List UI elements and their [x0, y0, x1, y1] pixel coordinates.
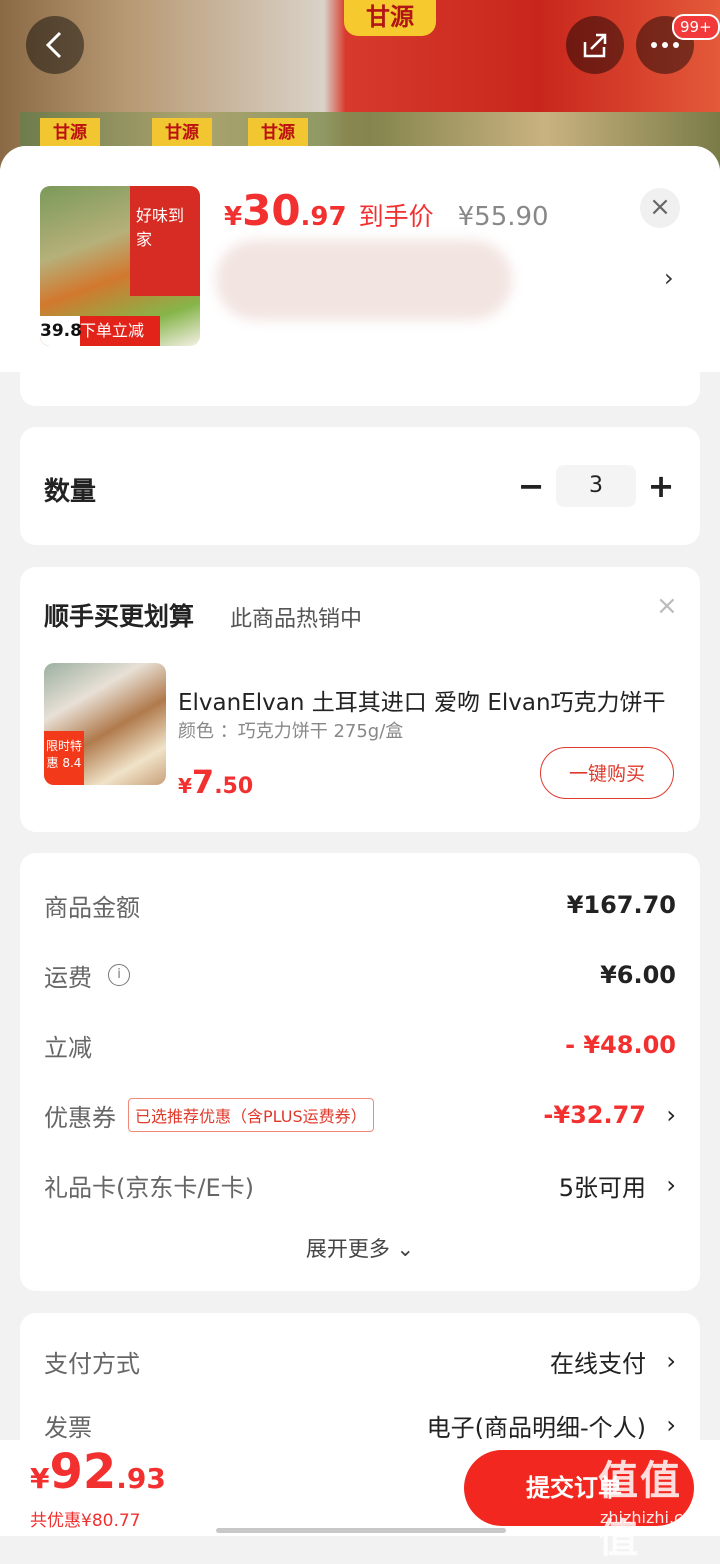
hero-brand-tile: 甘源	[248, 118, 308, 148]
share-button[interactable]	[566, 16, 624, 74]
product-thumbnail: 好味到家 39.8 下单立减16	[40, 186, 200, 346]
notification-badge: 99+	[672, 14, 720, 40]
quantity-decrease-button[interactable]: −	[516, 467, 546, 505]
close-icon: ×	[649, 192, 671, 222]
coupon-value: -¥32.77	[543, 1101, 646, 1129]
payment-method-label: 支付方式	[44, 1349, 140, 1378]
coupon-label: 优惠券	[44, 1103, 116, 1132]
thumb-promo-number: 39.8	[40, 316, 82, 346]
info-icon[interactable]: i	[108, 964, 130, 986]
expand-more-label: 展开更多	[305, 1237, 390, 1261]
chevron-right-icon: ›	[666, 1347, 676, 1375]
recommendation-close-icon[interactable]: ×	[656, 591, 678, 621]
back-button[interactable]	[26, 16, 84, 74]
hero-brand-tile: 甘源	[40, 118, 100, 148]
close-sheet-button[interactable]: ×	[640, 188, 680, 228]
thumb-promo-tag: 39.8 下单立减16	[40, 316, 160, 346]
instant-discount-value: - ¥48.00	[565, 1031, 676, 1059]
gift-card-row[interactable]: 礼品卡(京东卡/E卡) 5张可用 ›	[44, 1165, 676, 1205]
chevron-left-icon	[45, 31, 62, 59]
gift-card-value: 5张可用	[558, 1173, 646, 1202]
chevron-right-icon: ›	[666, 1411, 676, 1439]
quantity-input[interactable]: 3	[556, 465, 636, 507]
total-integer: 92	[49, 1444, 117, 1500]
expand-more-button[interactable]: 展开更多 ⌄	[20, 1233, 700, 1263]
selected-product-card: 好味到家 39.8 下单立减16 ¥ 30 .97 到手价 ¥55.90 × ›	[0, 146, 720, 372]
price-currency: ¥	[224, 202, 243, 232]
one-click-buy-button[interactable]: 一键购买	[540, 747, 674, 799]
instant-discount-row: 立减 - ¥48.00	[44, 1025, 676, 1065]
chevron-right-icon: ›	[666, 1101, 676, 1129]
instant-discount-label: 立减	[44, 1033, 92, 1062]
recommended-product-image[interactable]: 限时特惠 8.4	[44, 663, 166, 785]
recommendation-card: 顺手买更划算 此商品热销中 × 限时特惠 8.4 ElvanElvan 土耳其进…	[20, 567, 700, 832]
quantity-increase-button[interactable]: +	[646, 467, 676, 505]
recommended-product-spec: 颜色 ：巧克力饼干 275g/盒	[178, 721, 404, 742]
total-price: ¥ 92 .93	[30, 1444, 166, 1500]
rec-price-integer: 7	[191, 763, 215, 801]
watermark-logo: 值值值	[598, 1458, 682, 1562]
home-indicator	[216, 1528, 506, 1533]
share-icon	[583, 33, 607, 58]
invoice-value: 电子(商品明细-个人)	[426, 1413, 646, 1442]
thumb-promo-text: 下单立减16	[80, 321, 145, 340]
rec-price-decimal: .50	[214, 774, 254, 799]
chevron-right-icon[interactable]: ›	[664, 264, 674, 292]
more-dots-icon	[651, 42, 679, 48]
hero-brand-logo: 甘源	[344, 0, 436, 36]
goods-amount-value: ¥167.70	[566, 891, 676, 919]
price-summary-card: 商品金额 ¥167.70 运费 i ¥6.00 立减 - ¥48.00 优惠券 …	[20, 853, 700, 1291]
chevron-down-icon: ⌄	[396, 1237, 415, 1261]
price-integer: 30	[242, 186, 301, 235]
total-currency: ¥	[30, 1462, 50, 1495]
limited-offer-flag: 限时特惠 8.4	[44, 731, 84, 785]
thumb-pack-label: 好味到家	[130, 186, 200, 296]
quantity-card: 数量 − 3 +	[20, 427, 700, 545]
blurred-variant-info	[216, 240, 512, 320]
goods-amount-label: 商品金额	[44, 893, 140, 922]
payment-method-row[interactable]: 支付方式 在线支付 ›	[44, 1341, 676, 1381]
coupon-chip: 已选推荐优惠（含PLUS运费券）	[128, 1098, 374, 1132]
invoice-row[interactable]: 发票 电子(商品明细-个人) ›	[44, 1405, 676, 1445]
payment-method-value: 在线支付	[550, 1349, 646, 1378]
goods-amount-row: 商品金额 ¥167.70	[44, 885, 676, 925]
shipping-label: 运费	[44, 963, 92, 992]
final-price-label: 到手价	[358, 202, 434, 231]
order-sheet: 好味到家 39.8 下单立减16 ¥ 30 .97 到手价 ¥55.90 × ›…	[0, 146, 720, 1536]
coupon-row[interactable]: 优惠券 已选推荐优惠（含PLUS运费券） -¥32.77 ›	[44, 1095, 676, 1135]
total-savings: 共优惠¥80.77	[30, 1511, 141, 1531]
shipping-row: 运费 i ¥6.00	[44, 955, 676, 995]
address-card-bottom	[20, 372, 700, 406]
original-price: ¥55.90	[457, 202, 549, 232]
recommendation-subtitle: 此商品热销中	[230, 607, 363, 632]
price-row: ¥ 30 .97 到手价 ¥55.90	[224, 186, 549, 236]
recommendation-title: 顺手买更划算	[44, 602, 195, 631]
price-decimal: .97	[300, 202, 347, 232]
invoice-label: 发票	[44, 1413, 92, 1442]
gift-card-label: 礼品卡(京东卡/E卡)	[44, 1173, 254, 1202]
recommended-product-price: ¥ 7 .50	[178, 763, 253, 801]
shipping-value: ¥6.00	[600, 961, 676, 989]
chevron-right-icon: ›	[666, 1171, 676, 1199]
hero-brand-tile: 甘源	[152, 118, 212, 148]
watermark-url: zhizhizhi.com	[600, 1508, 709, 1527]
total-decimal: .93	[116, 1462, 166, 1495]
quantity-label: 数量	[44, 477, 97, 507]
recommended-product-name[interactable]: ElvanElvan 土耳其进口 爱吻 Elvan巧克力饼干	[178, 683, 668, 717]
rec-price-currency: ¥	[178, 774, 192, 798]
